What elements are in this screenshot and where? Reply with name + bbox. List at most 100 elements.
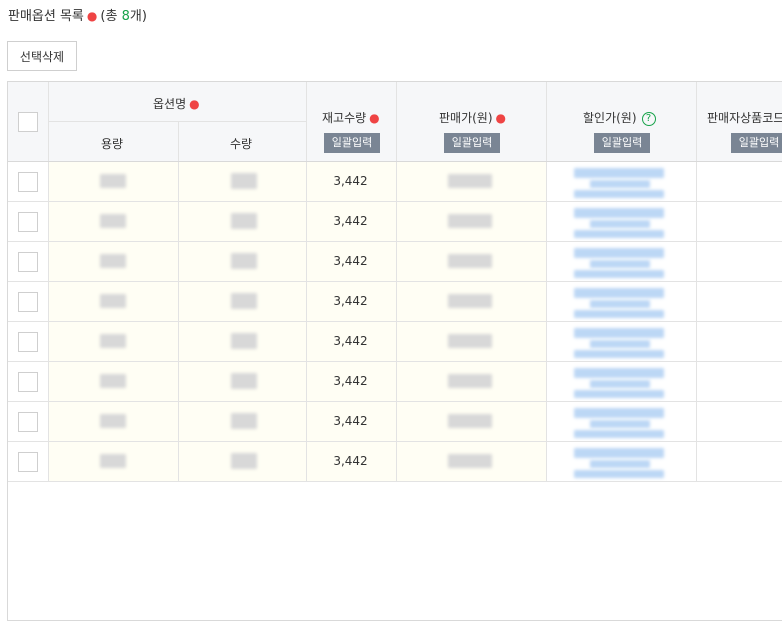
col-divider: [306, 282, 307, 322]
row-checkbox[interactable]: [18, 292, 38, 312]
option-table: 옵션명 ● 용량 수량 재고수량 ● 일괄입력 판매가(원) ● 일괄입력 할인가(원…: [7, 81, 782, 621]
row-checkbox[interactable]: [18, 252, 38, 272]
col-seller-code: 판매자상품코드: [707, 111, 782, 125]
col-option-name: 옵션명 ●: [153, 95, 203, 112]
required-marker: ●: [495, 111, 507, 125]
quantity-value-redacted: [231, 253, 257, 269]
col-divider: [696, 402, 697, 442]
col-divider: [178, 442, 179, 482]
table-row: 3,442: [8, 322, 782, 362]
col-price-label: 판매가(원): [439, 111, 493, 125]
col-divider: [178, 322, 179, 362]
stock-bulk-input-button[interactable]: 일괄입력: [324, 133, 380, 153]
col-divider: [48, 402, 49, 442]
stock-value: 3,442: [333, 454, 368, 468]
capacity-value-redacted: [100, 374, 126, 388]
row-checkbox-cell: [8, 402, 48, 442]
row-checkbox-cell: [8, 162, 48, 202]
table-row: 3,442: [8, 442, 782, 482]
quantity-value-redacted: [231, 173, 257, 189]
row-checkbox[interactable]: [18, 212, 38, 232]
col-capacity: 용량: [101, 137, 124, 151]
price-value-redacted: [448, 414, 492, 428]
discount-value-redacted: [574, 208, 664, 218]
col-divider: [48, 442, 49, 482]
quantity-value-redacted: [231, 373, 257, 389]
col-stock-label: 재고수량: [322, 111, 367, 125]
col-divider: [48, 322, 49, 362]
header-checkbox-cell: [8, 82, 48, 161]
quantity-value-redacted: [231, 333, 257, 349]
col-divider: [178, 282, 179, 322]
capacity-value-redacted: [100, 214, 126, 228]
col-divider: [396, 242, 397, 282]
row-checkbox[interactable]: [18, 452, 38, 472]
discount-value-redacted: [574, 328, 664, 338]
row-checkbox[interactable]: [18, 332, 38, 352]
col-divider: [306, 322, 307, 362]
discount-value-redacted: [574, 288, 664, 298]
col-divider: [178, 362, 179, 402]
delete-selected-button[interactable]: 선택삭제: [7, 41, 77, 71]
row-checkbox[interactable]: [18, 172, 38, 192]
required-marker: ●: [369, 111, 380, 125]
col-divider: [546, 322, 547, 362]
count-prefix: (총: [100, 9, 118, 24]
col-divider: [178, 242, 179, 282]
col-divider: [546, 442, 547, 482]
price-value-redacted: [448, 374, 492, 388]
capacity-value-redacted: [100, 294, 126, 308]
col-divider: [696, 162, 697, 202]
help-icon[interactable]: ?: [641, 111, 656, 126]
price-value-redacted: [448, 174, 492, 188]
col-discount: 할인가(원)?: [583, 109, 656, 126]
col-divider: [48, 162, 49, 202]
capacity-value-redacted: [100, 174, 126, 188]
discount-value-redacted: [590, 460, 650, 468]
row-checkbox[interactable]: [18, 412, 38, 432]
price-bulk-input-button[interactable]: 일괄입력: [444, 133, 500, 153]
stock-value: 3,442: [333, 294, 368, 308]
discount-value-redacted: [574, 248, 664, 258]
row-checkbox[interactable]: [18, 372, 38, 392]
select-all-checkbox[interactable]: [18, 111, 38, 132]
discount-bulk-input-button[interactable]: 일괄입력: [594, 133, 650, 153]
discount-value-redacted: [590, 380, 650, 388]
col-divider: [696, 202, 697, 242]
col-divider: [546, 402, 547, 442]
discount-value-redacted: [574, 168, 664, 178]
col-divider: [396, 402, 397, 442]
discount-value-redacted: [574, 390, 664, 398]
row-divider: [8, 481, 782, 482]
col-divider: [306, 442, 307, 482]
col-divider: [396, 362, 397, 402]
option-list-title: 판매옵션 목록 ● (총 8개): [8, 5, 147, 24]
col-divider: [396, 322, 397, 362]
price-value-redacted: [448, 334, 492, 348]
discount-value-redacted: [574, 270, 664, 278]
capacity-value-redacted: [100, 334, 126, 348]
stock-value: 3,442: [333, 374, 368, 388]
row-checkbox-cell: [8, 282, 48, 322]
col-divider: [396, 202, 397, 242]
price-value-redacted: [448, 294, 492, 308]
col-divider: [696, 322, 697, 362]
col-divider: [546, 242, 547, 282]
count-suffix: 개): [129, 9, 147, 24]
col-divider: [178, 162, 179, 202]
seller-code-bulk-input-button[interactable]: 일괄입력: [731, 133, 782, 153]
discount-value-redacted: [574, 310, 664, 318]
quantity-value-redacted: [231, 293, 257, 309]
discount-value-redacted: [574, 430, 664, 438]
stock-value: 3,442: [333, 214, 368, 228]
option-count: 8: [121, 9, 130, 24]
discount-value-redacted: [574, 230, 664, 238]
discount-value-redacted: [574, 368, 664, 378]
discount-value-redacted: [590, 220, 650, 228]
stock-value: 3,442: [333, 334, 368, 348]
col-divider: [48, 362, 49, 402]
col-divider: [306, 162, 307, 202]
discount-value-redacted: [590, 180, 650, 188]
quantity-value-redacted: [231, 413, 257, 429]
col-divider: [396, 162, 397, 202]
